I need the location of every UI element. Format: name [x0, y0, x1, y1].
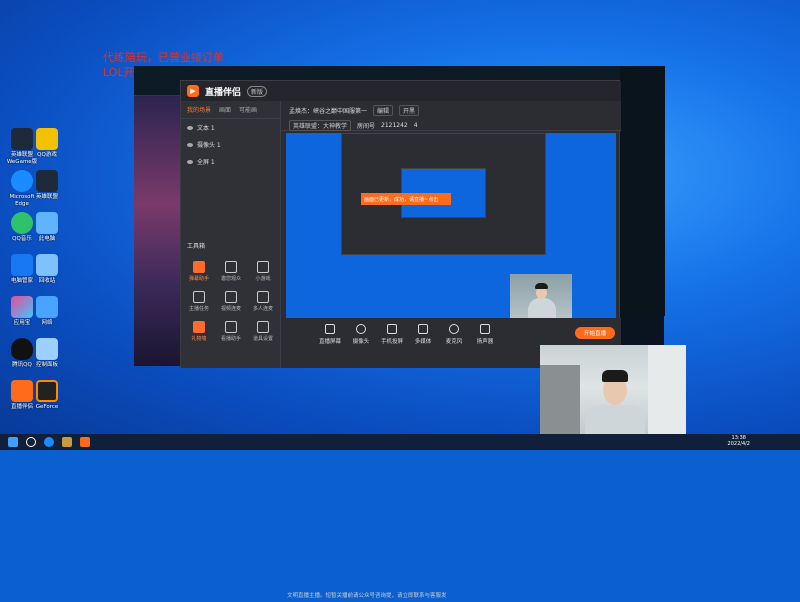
viewer-count: 4 — [413, 122, 418, 129]
room-id: 2121242 — [381, 122, 408, 129]
toolbox-title: 工具箱 — [187, 243, 206, 250]
eye-icon[interactable] — [187, 159, 193, 164]
tool-multi-link[interactable]: 多人连麦 — [249, 291, 277, 312]
windows-start-icon[interactable] — [8, 437, 18, 447]
danmaku-icon — [193, 261, 205, 273]
tool-game[interactable]: 小游戏 — [249, 261, 277, 282]
category-pill[interactable]: 开黑 — [399, 105, 420, 116]
source-item[interactable]: 文本 1 — [181, 119, 280, 136]
gamepad-icon — [257, 261, 269, 273]
search-icon[interactable] — [26, 437, 36, 447]
room-label: 房间号 — [357, 123, 376, 130]
scene-panel: 我的场景 画面 可能画 文本 1 摄像头 1 全屏 1 工具箱 弹幕助手 邀您观… — [181, 101, 281, 368]
tool-video-link[interactable]: 视频连麦 — [217, 291, 245, 312]
system-clock[interactable]: 13:38 2022/4/2 — [728, 435, 750, 447]
version-badge[interactable]: 新版 — [247, 85, 268, 97]
eye-icon[interactable] — [187, 142, 193, 147]
computer-icon — [36, 212, 58, 234]
qqgame-icon — [36, 128, 58, 150]
desktop-icon-qqgame[interactable]: QQ游戏 — [27, 128, 67, 159]
desktop-icon-control[interactable]: 控制面板 — [27, 338, 67, 369]
source-item[interactable]: 全屏 1 — [181, 153, 280, 170]
stream-info-bar: 孟焕杰：峡谷之巅中国服第一 编辑 开黑 英雄联盟：大神教学 房间号 212124… — [281, 101, 621, 131]
add-user-icon — [257, 291, 269, 303]
camera-icon — [356, 324, 366, 334]
start-stream-button[interactable]: 开始直播 — [575, 327, 615, 339]
tab-screen[interactable]: 画面 — [219, 105, 231, 114]
tab-my-scene[interactable]: 我的场景 — [187, 105, 211, 114]
geforce-icon — [36, 380, 58, 402]
live-companion-icon[interactable] — [80, 437, 90, 447]
person-hat — [535, 283, 548, 289]
network-icon — [36, 296, 58, 318]
user-icon — [225, 261, 237, 273]
desktop-icon-thispc[interactable]: 此电脑 — [27, 212, 67, 243]
window-header: ▶ 直播伴侣 新版 — [181, 81, 621, 101]
tool-gift-wall[interactable]: 礼物墙 — [185, 321, 213, 342]
tool-task[interactable]: 主播任务 — [185, 291, 213, 312]
edge-icon[interactable] — [44, 437, 54, 447]
source-item[interactable]: 摄像头 1 — [181, 136, 280, 153]
live-companion-window: ▶ 直播伴侣 新版 我的场景 画面 可能画 文本 1 摄像头 1 全屏 1 工具… — [180, 80, 621, 599]
desktop-icon-recycle[interactable]: 回收站 — [27, 254, 67, 285]
taskbar — [0, 434, 800, 450]
person-body — [528, 298, 556, 318]
microphone-icon — [449, 324, 459, 334]
tool-invite[interactable]: 邀您观众 — [217, 261, 245, 282]
video-icon — [225, 291, 237, 303]
tool-props[interactable]: 道具设置 — [249, 321, 277, 342]
clock-date: 2022/4/2 — [727, 441, 750, 447]
tag-pill[interactable]: 英雄联盟：大神教学 — [289, 120, 352, 131]
app-logo-icon: ▶ — [187, 85, 199, 97]
phone-icon — [387, 324, 397, 334]
desktop-icon-geforce[interactable]: GeForce — [27, 380, 67, 411]
task-icon — [193, 291, 205, 303]
mic-button[interactable]: 麦克风 — [440, 324, 468, 345]
camera-button[interactable]: 摄像头 — [347, 324, 375, 345]
webcam-small — [510, 274, 572, 318]
media-button[interactable]: 多媒体 — [409, 324, 437, 345]
phone-cast-button[interactable]: 手机投屏 — [378, 324, 406, 345]
props-icon — [257, 321, 269, 333]
app-title: 直播伴侣 — [205, 87, 242, 98]
edit-button[interactable]: 编辑 — [373, 105, 394, 116]
status-text: 文明直播主播。短暂关播前请公众号咨询提，请立即联系与客服发 — [287, 593, 447, 599]
preview-popup: 画面已更新，成功，请直播~点击 — [361, 193, 451, 205]
champion-splash-art — [134, 96, 186, 366]
star-icon — [225, 321, 237, 333]
gift-icon — [193, 321, 205, 333]
game-chat-panel — [620, 66, 665, 316]
desktop-icon-network[interactable]: 网络 — [27, 296, 67, 327]
monitor-icon — [325, 324, 335, 334]
stream-title: 孟焕杰：峡谷之巅中国服第一 — [289, 108, 368, 115]
overlay-line-1: 代练陪玩，已营业接订单 — [103, 51, 224, 64]
lol-icon[interactable] — [62, 437, 72, 447]
person-hat — [602, 370, 628, 382]
status-bar: 文明直播主播。短暂关播前请公众号咨询提，请立即联系与客服发 — [281, 588, 621, 602]
shelf — [540, 365, 580, 435]
speaker-button[interactable]: 扬声器 — [471, 324, 499, 345]
speaker-icon — [480, 324, 490, 334]
tool-watch-helper[interactable]: 看播助手 — [217, 321, 245, 342]
recycle-bin-icon — [36, 254, 58, 276]
scene-tabs: 我的场景 画面 可能画 — [181, 101, 280, 119]
desktop-icon-lol[interactable]: 英雄联盟 — [27, 170, 67, 201]
eye-icon[interactable] — [187, 125, 193, 130]
lol-icon — [36, 170, 58, 192]
screen-capture-button[interactable]: 直播屏幕 — [316, 324, 344, 345]
tab-draw[interactable]: 可能画 — [239, 105, 257, 114]
control-panel-icon — [36, 338, 58, 360]
tool-danmaku[interactable]: 弹幕助手 — [185, 261, 213, 282]
play-icon — [418, 324, 428, 334]
